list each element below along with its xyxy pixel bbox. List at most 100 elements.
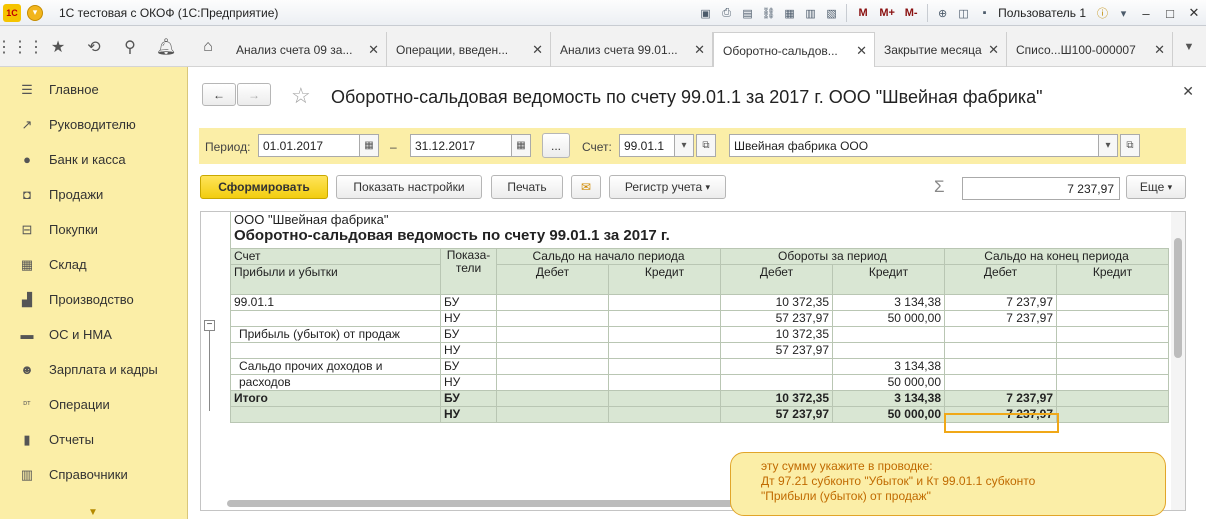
register-button[interactable]: Регистр учета ▾ [609,175,726,199]
save-icon[interactable]: ▣ [696,4,715,23]
favorites-star-icon[interactable]: ★ [40,26,76,67]
table-row[interactable]: НУ 57 237,97 50 000,00 7 237,97 [230,309,1169,327]
print-icon[interactable]: ⎙ [717,4,736,23]
settings-dropdown-icon[interactable]: ▾ [1114,4,1133,23]
back-button[interactable]: ← [202,83,236,106]
sidebar-item-references[interactable]: ▥ Справочники [0,457,188,492]
table-row[interactable]: НУ 57 237,97 [230,341,1169,359]
tab-operations[interactable]: Операции, введен... ✕ [387,32,551,67]
table-row[interactable]: Сальдо прочих доходов и БУ 3 134,38 [230,357,1169,375]
generate-button[interactable]: Сформировать [200,175,328,199]
sidebar-item-payroll[interactable]: ☻ Зарплата и кадры [0,352,188,387]
sidebar-item-bank[interactable]: ● Банк и касса [0,142,188,177]
date-to-field[interactable]: 31.12.2017 [410,134,512,157]
sidebar-item-warehouse[interactable]: ▦ Склад [0,247,188,282]
header-credit: Кредит [1056,263,1169,295]
tab-bar: ⋮⋮⋮ ★ ⟲ ⚲ 🔔︎ ⌂ Анализ счета 09 за... ✕ Оп… [0,26,1206,68]
total-row[interactable]: Итого БУ 10 372,35 3 134,38 7 237,97 [230,389,1169,407]
memory-button[interactable]: M [852,4,874,23]
more-button[interactable]: Еще ▾ [1126,175,1186,199]
calendar-icon[interactable]: ▧ [822,4,841,23]
close-icon[interactable]: ✕ [856,43,867,59]
tab-account-analysis-99[interactable]: Анализ счета 99.01... ✕ [551,32,713,67]
row-indicator: БУ [440,389,497,407]
chevron-down-icon[interactable]: ▾ [1098,134,1118,157]
table-icon[interactable]: ▦ [780,4,799,23]
sidebar-item-main[interactable]: ☰ Главное [0,72,188,107]
close-icon[interactable]: ✕ [694,42,705,58]
cell-opening-credit [608,325,721,343]
user-name[interactable]: Пользователь 1 [998,6,1086,20]
history-icon[interactable]: ⟲ [76,26,112,67]
panel-icon[interactable]: ◫ [954,4,973,23]
date-from-field[interactable]: 01.01.2017 [258,134,360,157]
info-icon[interactable]: ⓘ [1093,4,1112,23]
open-icon[interactable]: ⧉ [696,134,716,157]
minimize-button[interactable]: – [1134,2,1158,24]
preview-icon[interactable]: ▤ [738,4,757,23]
memory-minus-button[interactable]: M- [900,4,922,23]
cell-turnover-credit: 3 134,38 [832,389,945,407]
search-icon[interactable]: ⚲ [112,26,148,67]
cell-opening-debit [496,357,609,375]
tabs-dropdown-icon[interactable]: ▼ [1172,26,1206,67]
row-name [230,405,441,423]
table-row[interactable]: Прибыль (убыток) от продаж БУ 10 372,35 [230,325,1169,343]
collapse-group-icon[interactable]: − [204,320,215,331]
sidebar-item-assets[interactable]: ▬ ОС и НМА [0,317,188,352]
close-icon[interactable]: ✕ [1154,42,1165,58]
calendar-icon[interactable]: ▦ [511,134,531,157]
cell-turnover-debit: 10 372,35 [720,389,833,407]
sidebar-scroll-down-icon[interactable]: ▼ [88,507,98,518]
row-indicator: НУ [440,341,497,359]
memory-plus-button[interactable]: M+ [876,4,898,23]
close-icon[interactable]: ✕ [1182,83,1194,100]
apps-grid-icon[interactable]: ⋮⋮⋮ [0,26,44,67]
cell-turnover-credit: 50 000,00 [832,405,945,423]
email-button[interactable]: ✉ [571,175,601,199]
organization-field[interactable]: Швейная фабрика ООО [729,134,1099,157]
account-field[interactable]: 99.01.1 [619,134,675,157]
sidebar-item-operations[interactable]: ᴰᵀ Операции [0,387,188,422]
open-icon[interactable]: ⧉ [1120,134,1140,157]
cell-closing-debit: 7 237,97 [944,309,1057,327]
notifications-bell-icon[interactable]: 🔔︎ [148,26,184,67]
tab-account-analysis-09[interactable]: Анализ счета 09 за... ✕ [227,32,387,67]
tab-trial-balance[interactable]: Оборотно-сальдов... ✕ [713,32,875,68]
sidebar-item-production[interactable]: ▟ Производство [0,282,188,317]
close-icon[interactable]: ✕ [532,42,543,58]
print-button[interactable]: Печать [491,175,563,199]
truck-icon: ▬ [20,327,34,342]
main-menu-dropdown-icon[interactable]: ▾ [27,4,43,21]
cell-opening-credit [608,293,721,311]
table-row[interactable]: расходов НУ 50 000,00 [230,373,1169,391]
forward-button[interactable]: → [237,83,271,106]
link-icon[interactable]: ⛓ [759,4,778,23]
scrollbar-thumb[interactable] [1174,238,1182,358]
home-icon[interactable]: ⌂ [189,26,227,67]
calculator-icon[interactable]: ▥ [801,4,820,23]
row-name: расходов [230,373,441,391]
zoom-icon[interactable]: ⊕ [933,4,952,23]
table-row[interactable]: 99.01.1 БУ 10 372,35 3 134,38 7 237,97 [230,293,1169,311]
calendar-icon[interactable]: ▦ [359,134,379,157]
favorite-star-icon[interactable]: ☆ [291,83,311,109]
chevron-down-icon[interactable]: ▾ [674,134,694,157]
sidebar-item-purchases[interactable]: ⊟ Покупки [0,212,188,247]
sidebar-item-reports[interactable]: ▮ Отчеты [0,422,188,457]
tab-month-closing[interactable]: Закрытие месяца ✕ [875,32,1007,67]
vertical-scrollbar[interactable] [1171,212,1185,510]
sigma-icon[interactable]: Σ [934,177,945,197]
close-icon[interactable]: ✕ [368,42,379,58]
maximize-button[interactable]: □ [1158,2,1182,24]
report-table: ООО "Швейная фабрика" Оборотно-сальдовая… [230,212,1169,423]
tab-writeoff-doc[interactable]: Списо...Ш100-000007 ✕ [1007,32,1173,67]
close-icon[interactable]: ✕ [988,42,999,58]
sidebar-item-label: Справочники [49,467,128,482]
sidebar-item-sales[interactable]: ◘ Продажи [0,177,188,212]
title-bar: 1С ▾ 1С тестовая с ОКОФ (1С:Предприятие)… [0,0,1206,26]
sidebar-item-manager[interactable]: ↗ Руководителю [0,107,188,142]
show-settings-button[interactable]: Показать настройки [336,175,482,199]
close-window-button[interactable]: ✕ [1182,2,1206,24]
period-select-button[interactable]: ... [542,133,570,158]
